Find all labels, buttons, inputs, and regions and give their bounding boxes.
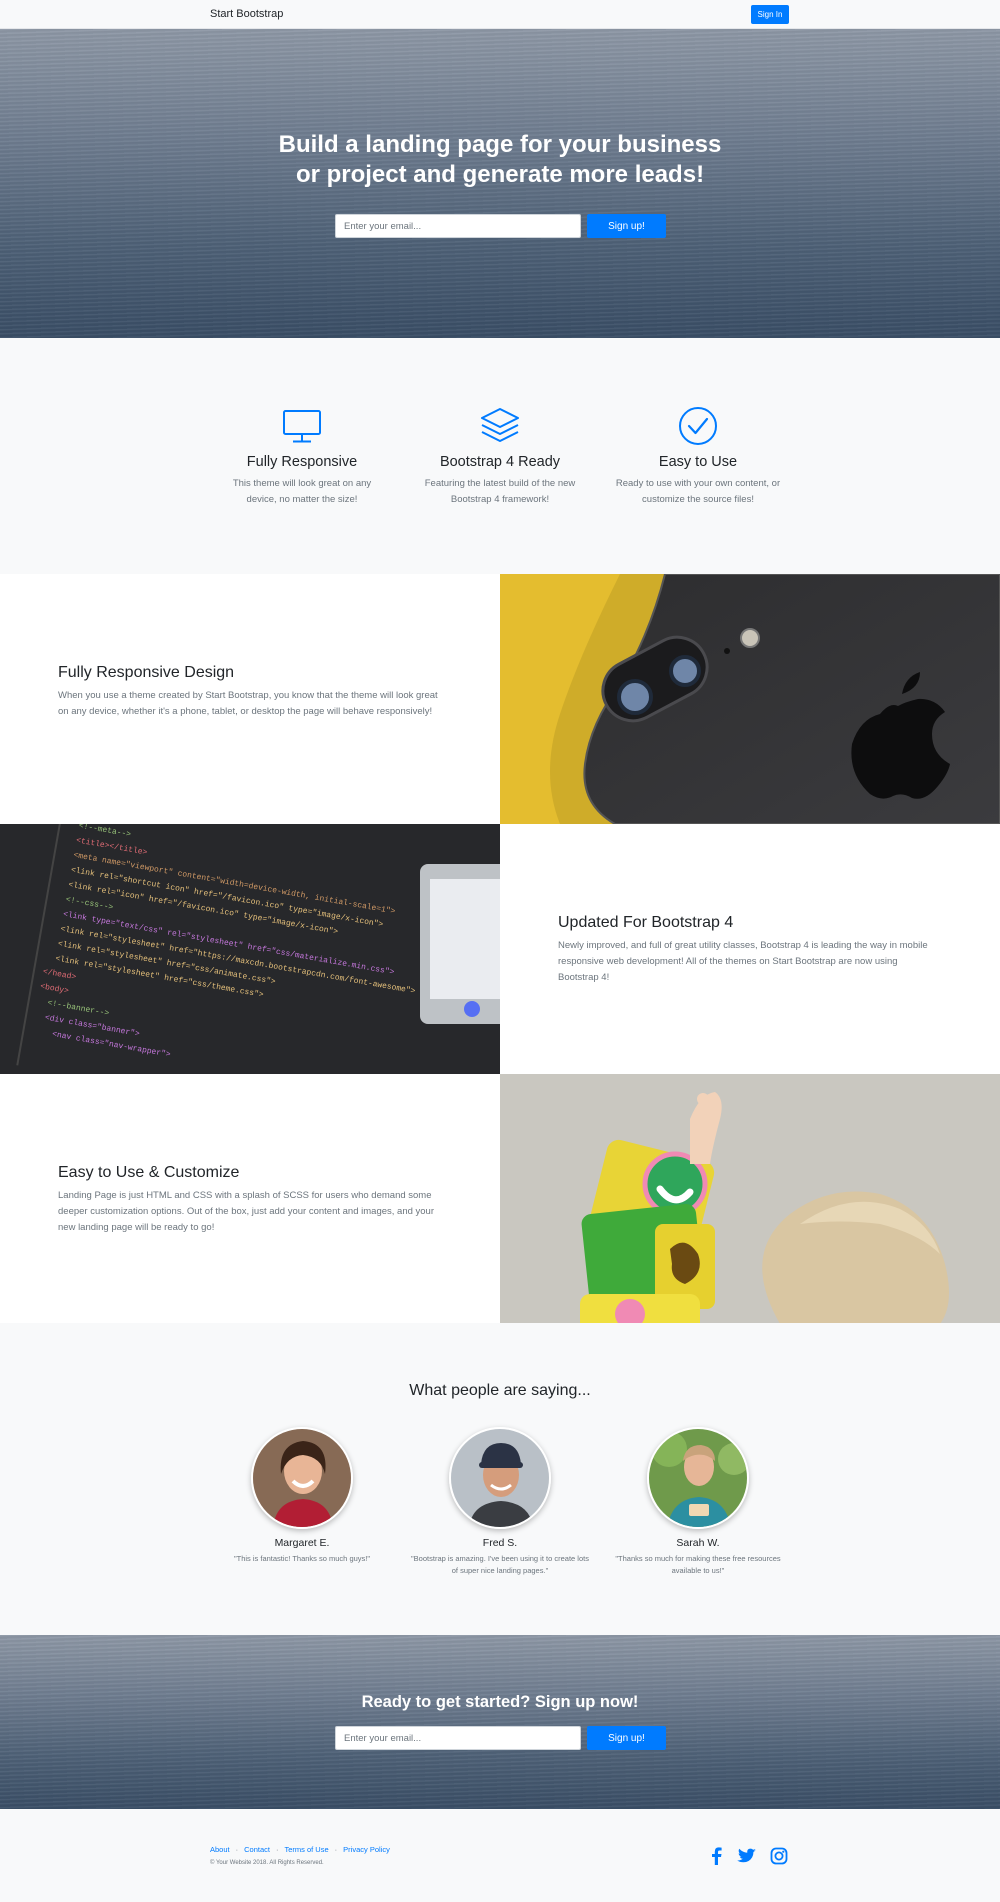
- feature-text: This theme will look great on any device…: [232, 478, 372, 505]
- showcase-text: Updated For Bootstrap 4 Newly improved, …: [558, 914, 938, 986]
- showcase-row-1: Fully Responsive Design When you use a t…: [0, 574, 1000, 824]
- features-section: Fully Responsive This theme will look gr…: [0, 338, 1000, 574]
- separator: ·: [235, 1845, 239, 1854]
- testimonial-quote: "This is fantastic! Thanks so much guys!…: [233, 1554, 371, 1563]
- testimonial-item: Margaret E. "This is fantastic! Thanks s…: [212, 1427, 392, 1565]
- masthead-headline: Build a landing page for your business o…: [250, 130, 750, 190]
- cta-signup-button[interactable]: Sign up!: [587, 1726, 666, 1750]
- facebook-icon[interactable]: [709, 1847, 723, 1865]
- instagram-icon[interactable]: [770, 1847, 788, 1865]
- feature-title: Fully Responsive: [246, 454, 358, 470]
- avatar: [449, 1427, 551, 1529]
- call-to-action: Ready to get started? Sign up now! Sign …: [0, 1635, 1000, 1809]
- avatar: [647, 1427, 749, 1529]
- brand-link[interactable]: Start Bootstrap: [210, 8, 283, 20]
- testimonials-section: What people are saying... Margaret E. "T…: [0, 1323, 1000, 1635]
- footer-link-contact[interactable]: Contact: [244, 1845, 270, 1854]
- testimonial-item: Sarah W. "Thanks so much for making thes…: [608, 1427, 788, 1577]
- cta-email-input[interactable]: [335, 1726, 581, 1750]
- child-blocks-image: [500, 1074, 1000, 1324]
- avatar: [251, 1427, 353, 1529]
- footer-links: About · Contact · Terms of Use · Privacy Polic…: [210, 1845, 390, 1854]
- testimonial-name: Sarah W.: [676, 1537, 720, 1549]
- headline-line-1: Build a landing page for your business: [278, 131, 722, 158]
- showcase-text: Fully Responsive Design When you use a t…: [58, 664, 438, 720]
- feature-responsive: Fully Responsive This theme will look gr…: [217, 406, 387, 508]
- feature-text: Ready to use with your own content, or c…: [615, 478, 781, 505]
- testimonial-quote: "Thanks so much for making these free re…: [615, 1554, 781, 1575]
- layers-icon: [481, 408, 519, 442]
- phone-image: [500, 574, 1000, 824]
- sign-in-button[interactable]: Sign In: [751, 5, 789, 24]
- separator: ·: [275, 1845, 279, 1854]
- testimonial-name: Margaret E.: [274, 1537, 330, 1549]
- masthead-signup-button[interactable]: Sign up!: [587, 214, 666, 238]
- showcase-title: Updated For Bootstrap 4: [558, 914, 734, 931]
- testimonial-name: Fred S.: [482, 1537, 518, 1549]
- testimonials-title: What people are saying...: [409, 1382, 591, 1399]
- showcase-description: Newly improved, and full of great utilit…: [558, 940, 928, 983]
- footer-link-privacy[interactable]: Privacy Policy: [343, 1845, 390, 1854]
- showcase-title: Fully Responsive Design: [58, 664, 235, 681]
- copyright: © Your Website 2018. All Rights Reserved…: [210, 1860, 324, 1866]
- footer: About · Contact · Terms of Use · Privacy Polic…: [0, 1809, 1000, 1902]
- navbar: Start Bootstrap Sign In: [0, 0, 1000, 29]
- footer-link-terms[interactable]: Terms of Use: [284, 1845, 328, 1854]
- showcase-description: When you use a theme created by Start Bo…: [58, 690, 438, 717]
- showcase-text: Easy to Use & Customize Landing Page is …: [58, 1164, 438, 1236]
- footer-link-about[interactable]: About: [210, 1845, 230, 1854]
- showcase-description: Landing Page is just HTML and CSS with a…: [58, 1190, 435, 1233]
- feature-text: Featuring the latest build of the new Bo…: [424, 478, 576, 505]
- showcase-row-2: <head> <!--meta--> <title></title> <meta…: [0, 824, 1000, 1074]
- check-circle-icon: [679, 407, 717, 445]
- feature-title: Easy to Use: [658, 454, 738, 470]
- twitter-icon[interactable]: [737, 1847, 757, 1865]
- showcase-title: Easy to Use & Customize: [58, 1164, 240, 1181]
- headline-line-2: or project and generate more leads!: [295, 161, 705, 188]
- feature-bootstrap: Bootstrap 4 Ready Featuring the latest b…: [415, 406, 585, 508]
- separator: ·: [334, 1845, 338, 1854]
- masthead-email-input[interactable]: [335, 214, 581, 238]
- feature-title: Bootstrap 4 Ready: [439, 454, 561, 470]
- testimonial-item: Fred S. "Bootstrap is amazing. I've been…: [410, 1427, 590, 1577]
- cta-title: Ready to get started? Sign up now!: [361, 1693, 639, 1711]
- feature-easy: Easy to Use Ready to use with your own c…: [613, 406, 783, 508]
- code-image: <head> <!--meta--> <title></title> <meta…: [0, 824, 500, 1074]
- testimonial-quote: "Bootstrap is amazing. I've been using i…: [411, 1554, 589, 1575]
- showcase-row-3: Easy to Use & Customize Landing Page is …: [0, 1074, 1000, 1324]
- desktop-icon: [283, 410, 321, 443]
- masthead: Build a landing page for your business o…: [0, 29, 1000, 338]
